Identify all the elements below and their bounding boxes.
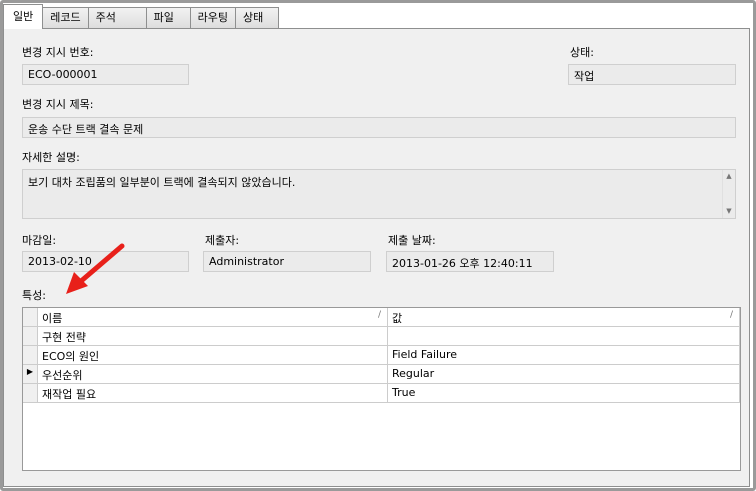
properties-label: 특성: (22, 289, 46, 302)
description-scrollbar[interactable]: ▲ ▼ (722, 170, 735, 218)
tab-bar: 일반 레코드 주석 파일 라우팅 상태 (3, 4, 279, 29)
description-text: 보기 대차 조립품의 일부분이 트랙에 결속되지 않았습니다. (28, 176, 296, 189)
grid-header: 이름 / 값 / (23, 308, 740, 327)
column-header-value[interactable]: 값 / (388, 308, 740, 326)
tab-records[interactable]: 레코드 (42, 7, 89, 29)
property-name: 우선순위 (38, 365, 388, 383)
property-value[interactable] (388, 327, 740, 345)
property-value[interactable]: True (388, 384, 740, 402)
tab-general[interactable]: 일반 (3, 4, 44, 29)
property-name: 구현 전략 (38, 327, 388, 345)
status-field[interactable]: 작업 (568, 64, 736, 85)
tab-status[interactable]: 상태 (235, 7, 279, 29)
table-row[interactable]: ECO의 원인 Field Failure (23, 346, 740, 365)
tab-files[interactable]: 파일 (145, 7, 191, 29)
property-value[interactable]: Regular (388, 365, 740, 383)
tab-comments[interactable]: 주석 (87, 7, 147, 29)
eco-number-label: 변경 지시 번호: (22, 46, 94, 59)
tab-routing[interactable]: 라우팅 (189, 7, 236, 29)
property-value[interactable]: Field Failure (388, 346, 740, 364)
status-label: 상태: (570, 46, 594, 59)
row-header-corner (23, 308, 38, 326)
row-selector[interactable] (23, 346, 38, 364)
property-name: 재작업 필요 (38, 384, 388, 402)
table-row[interactable]: ▶ 우선순위 Regular (23, 365, 740, 384)
table-row[interactable]: 구현 전략 (23, 327, 740, 346)
red-arrow-annotation-icon (66, 243, 125, 294)
due-date-label: 마감일: (22, 234, 57, 247)
properties-grid: 이름 / 값 / 구현 전략 ECO의 원인 Field Failure ▶ 우선순… (22, 307, 741, 471)
submit-date-label: 제출 날짜: (388, 234, 436, 247)
description-field[interactable]: 보기 대차 조립품의 일부분이 트랙에 결속되지 않았습니다. ▲ ▼ (22, 169, 736, 219)
sort-icon: / (377, 310, 381, 320)
submitter-label: 제출자: (205, 234, 240, 247)
submit-date-field[interactable]: 2013-01-26 오후 12:40:11 (386, 251, 554, 272)
current-row-icon[interactable]: ▶ (23, 365, 38, 383)
submitter-field[interactable]: Administrator (203, 251, 371, 272)
table-row[interactable]: 재작업 필요 True (23, 384, 740, 403)
description-label: 자세한 설명: (22, 151, 80, 164)
sort-icon: / (729, 310, 733, 320)
row-selector[interactable] (23, 327, 38, 345)
eco-number-field[interactable]: ECO-000001 (22, 64, 189, 85)
title-label: 변경 지시 제목: (22, 98, 94, 111)
row-selector[interactable] (23, 384, 38, 402)
title-field[interactable]: 운송 수단 트랙 결속 문제 (22, 117, 736, 138)
column-header-name[interactable]: 이름 / (38, 308, 388, 326)
property-name: ECO의 원인 (38, 346, 388, 364)
